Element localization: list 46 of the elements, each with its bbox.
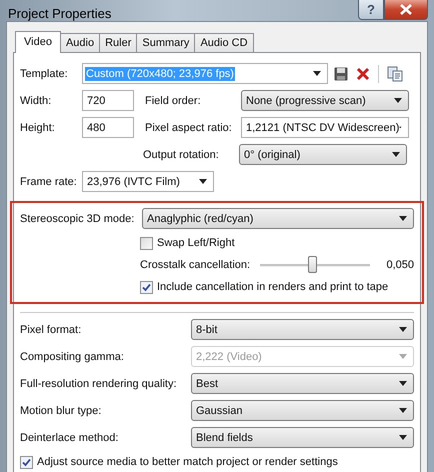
field-label: Compositing gamma:: [20, 350, 125, 362]
tab[interactable]: Summary: [136, 33, 196, 52]
dropdown[interactable]: 8-bit: [191, 319, 414, 340]
dropdown[interactable]: Blend fields: [191, 427, 414, 448]
dropdown[interactable]: None (progressive scan): [241, 90, 409, 111]
dropdown[interactable]: 1,2121 (NTSC DV Widescreen): [241, 117, 409, 138]
checkbox[interactable]: [140, 236, 153, 250]
tab[interactable]: Ruler: [99, 33, 138, 52]
field-label: Crosstalk cancellation:: [140, 259, 252, 271]
width-input[interactable]: 720: [82, 90, 134, 111]
tab[interactable]: Audio: [60, 33, 100, 52]
dropdown[interactable]: 23,976 (IVTC Film): [82, 171, 214, 192]
checkbox-label: Include cancellation in renders and print to tape: [157, 281, 388, 293]
field-label: Field order:: [145, 94, 202, 106]
field-label: Template:: [20, 68, 69, 80]
dropdown[interactable]: Gaussian: [191, 400, 414, 421]
checkbox[interactable]: [140, 280, 153, 294]
field-label: Full-resolution rendering quality:: [20, 378, 178, 390]
field-label: Pixel format:: [20, 324, 82, 336]
close-button[interactable]: [384, 0, 428, 20]
slider-thumb[interactable]: [308, 256, 317, 273]
field-label: Deinterlace method:: [20, 432, 120, 444]
delete-icon[interactable]: [356, 66, 370, 80]
field-label: Height:: [20, 122, 56, 134]
checkbox-label: Swap Left/Right: [157, 237, 235, 249]
slider-value: 0,050: [386, 259, 414, 271]
copy-icon[interactable]: [387, 66, 403, 82]
tab[interactable]: Video: [15, 31, 61, 53]
tab[interactable]: Audio CD: [194, 33, 254, 52]
height-input[interactable]: 480: [82, 117, 134, 138]
dropdown[interactable]: Anaglyphic (red/cyan): [142, 208, 414, 229]
close-icon: [400, 4, 412, 15]
field-label: Frame rate:: [20, 176, 78, 188]
field-label: Output rotation:: [143, 148, 220, 160]
checkbox[interactable]: [20, 456, 33, 468]
field-label: Motion blur type:: [20, 404, 102, 416]
window-title: Project Properties: [7, 5, 112, 21]
help-button[interactable]: ?: [358, 0, 384, 20]
crosstalk-slider[interactable]: [260, 255, 370, 275]
dropdown[interactable]: 0° (original): [239, 144, 407, 165]
checkbox-label: Adjust source media to better match project or render settings: [37, 456, 338, 468]
dropdown[interactable]: Best: [191, 373, 414, 394]
field-label: Width:: [20, 94, 52, 106]
field-label: Stereoscopic 3D mode:: [20, 212, 136, 224]
save-icon[interactable]: [334, 66, 348, 80]
field-label: Pixel aspect ratio:: [145, 122, 233, 134]
